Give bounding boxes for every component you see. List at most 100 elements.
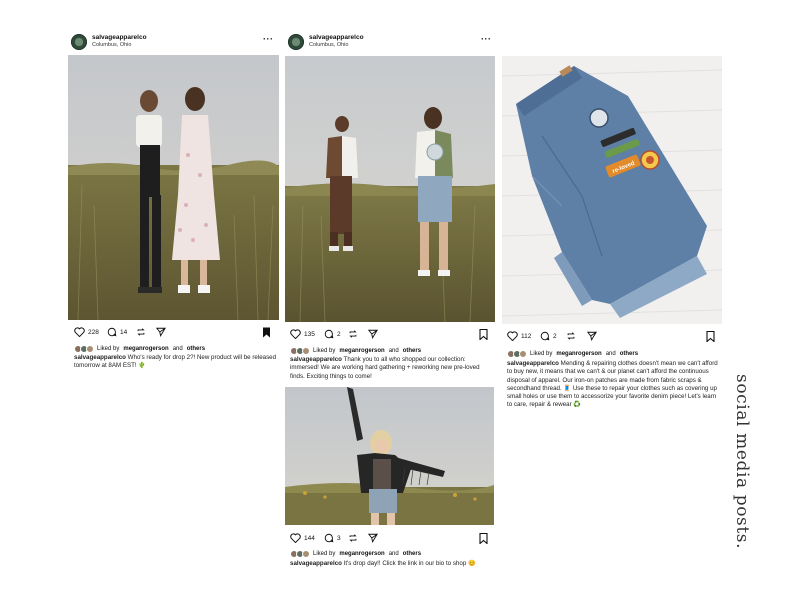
caption-username[interactable]: salvageapparelco	[507, 360, 559, 367]
repost-button[interactable]	[348, 533, 358, 543]
heart-icon	[507, 331, 518, 341]
liked-by-others[interactable]: others	[187, 346, 205, 352]
save-button[interactable]	[479, 328, 488, 342]
denim-shorts-with-patches-photo: re-loved	[502, 56, 722, 324]
liked-by-and: and	[605, 351, 616, 357]
send-icon	[368, 329, 378, 339]
send-icon	[587, 331, 597, 341]
save-button[interactable]	[262, 327, 271, 340]
post-actions-1: 228 14	[74, 327, 274, 339]
liked-by-and: and	[388, 348, 399, 354]
likes-count: 135	[304, 330, 315, 338]
liker-avatars[interactable]	[290, 347, 310, 355]
field-photo-two-women	[68, 55, 279, 320]
liked-by-prefix: Liked by	[97, 346, 120, 352]
field-photo-man-and-woman	[285, 56, 495, 322]
share-button[interactable]	[156, 327, 166, 337]
comment-icon	[324, 533, 334, 543]
like-button[interactable]: 135	[290, 329, 315, 339]
liked-by-user[interactable]: meganrogerson	[123, 346, 168, 352]
liker-avatars[interactable]	[74, 345, 94, 353]
repost-icon	[349, 534, 357, 542]
liked-by-prefix: Liked by	[313, 551, 336, 557]
comments-count: 2	[337, 330, 341, 338]
share-button[interactable]	[587, 331, 597, 341]
post-caption-1: salvageapparelco Who's ready for drop 2?…	[74, 354, 279, 371]
repost-button[interactable]	[348, 329, 358, 339]
bookmark-icon	[479, 532, 488, 545]
save-button[interactable]	[479, 532, 488, 546]
send-icon	[368, 533, 378, 543]
comments-count: 14	[120, 328, 128, 336]
comment-button[interactable]: 2	[540, 331, 557, 341]
caption-username[interactable]: salvageapparelco	[74, 354, 126, 361]
side-title: social media posts.	[732, 374, 752, 550]
caption-username[interactable]: salvageapparelco	[290, 356, 342, 363]
post-header-1: salvageapparelco Columbus, Ohio ···	[71, 34, 276, 56]
share-button[interactable]	[368, 329, 378, 339]
post-image-3[interactable]	[285, 387, 494, 525]
heart-icon	[74, 327, 85, 337]
post-caption-3: salvageapparelco It's drop day!! Click t…	[290, 560, 490, 568]
repost-button[interactable]	[136, 327, 146, 337]
bookmark-icon	[479, 328, 488, 341]
caption-text: It's drop day!! Click the link in our bi…	[343, 560, 476, 567]
liked-by-prefix: Liked by	[530, 351, 553, 357]
comments-count: 2	[553, 332, 557, 340]
post-actions-4: 112 2	[507, 330, 717, 344]
comments-count: 3	[337, 534, 341, 542]
post-image-2[interactable]	[285, 56, 495, 322]
liker-avatars[interactable]	[507, 350, 527, 358]
heart-icon	[290, 533, 301, 543]
comment-button[interactable]: 3	[324, 533, 341, 543]
account-username[interactable]: salvageapparelco	[92, 34, 147, 41]
field-photo-woman-fringe-jacket	[285, 387, 494, 525]
post-image-1[interactable]	[68, 55, 279, 320]
comment-icon	[324, 329, 334, 339]
like-button[interactable]: 228	[74, 327, 99, 337]
liked-by-and: and	[388, 551, 399, 557]
post-actions-3: 144 3	[290, 532, 490, 546]
caption-text: Mending & repairing clothes doesn't mean…	[507, 360, 718, 409]
post-location[interactable]: Columbus, Ohio	[309, 42, 348, 48]
liked-by-user[interactable]: meganrogerson	[556, 351, 601, 357]
likes-count: 144	[304, 534, 315, 542]
post-location[interactable]: Columbus, Ohio	[92, 42, 131, 48]
liked-by-user[interactable]: meganrogerson	[339, 348, 384, 354]
account-username[interactable]: salvageapparelco	[309, 34, 364, 41]
likes-count: 228	[88, 328, 99, 336]
liked-by-1: Liked by meganrogerson and others	[74, 345, 205, 353]
post-header-2: salvageapparelco Columbus, Ohio ···	[288, 34, 493, 56]
post-actions-2: 135 2	[290, 328, 490, 342]
post-image-4[interactable]: re-loved	[502, 56, 722, 324]
liked-by-3: Liked by meganrogerson and others	[290, 550, 421, 558]
bookmark-filled-icon	[263, 327, 270, 338]
more-options-icon[interactable]: ···	[481, 35, 492, 44]
repost-icon	[349, 330, 357, 338]
liked-by-2: Liked by meganrogerson and others	[290, 347, 421, 355]
likes-count: 112	[521, 332, 532, 340]
liked-by-others[interactable]: others	[620, 351, 638, 357]
caption-username[interactable]: salvageapparelco	[290, 560, 342, 567]
liker-avatars[interactable]	[290, 550, 310, 558]
liked-by-user[interactable]: meganrogerson	[339, 551, 384, 557]
share-button[interactable]	[368, 533, 378, 543]
account-avatar[interactable]	[71, 34, 87, 50]
save-button[interactable]	[706, 330, 715, 344]
liked-by-others[interactable]: others	[403, 348, 421, 354]
post-caption-4: salvageapparelco Mending & repairing clo…	[507, 360, 720, 410]
like-button[interactable]: 144	[290, 533, 315, 543]
more-options-icon[interactable]: ···	[263, 35, 274, 44]
repost-icon	[567, 332, 575, 340]
liked-by-prefix: Liked by	[313, 348, 336, 354]
liked-by-and: and	[172, 346, 183, 352]
liked-by-others[interactable]: others	[403, 551, 421, 557]
account-avatar[interactable]	[288, 34, 304, 50]
comment-button[interactable]: 2	[324, 329, 341, 339]
comment-icon	[107, 327, 117, 337]
like-button[interactable]: 112	[507, 331, 531, 341]
repost-icon	[137, 328, 145, 336]
heart-icon	[290, 329, 301, 339]
comment-button[interactable]: 14	[107, 327, 127, 337]
repost-button[interactable]	[566, 331, 576, 341]
